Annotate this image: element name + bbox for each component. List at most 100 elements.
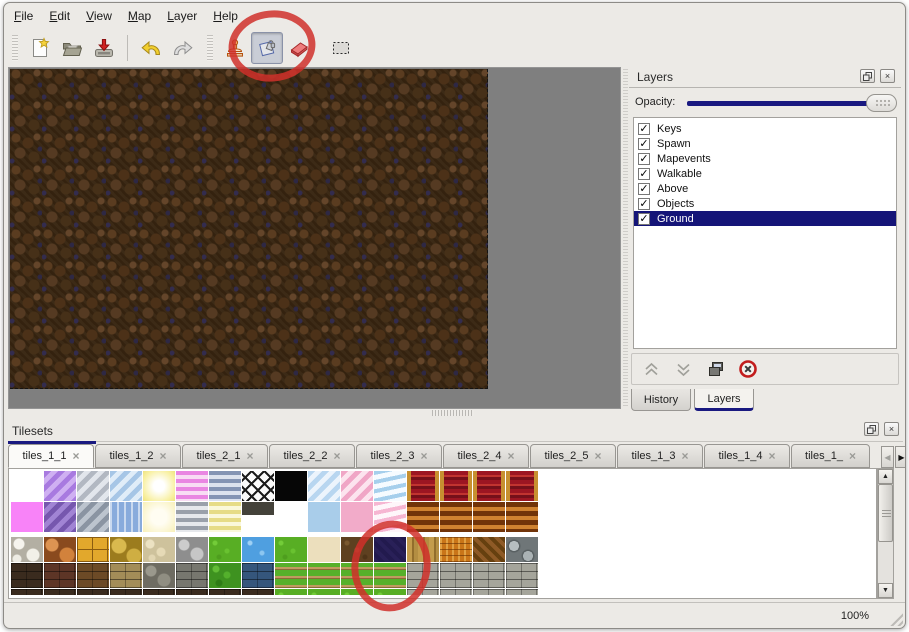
- tileset-tab-tiles_1[interactable]: tiles_1_×: [791, 444, 870, 468]
- tile-swatch[interactable]: [11, 537, 43, 562]
- tile-swatch[interactable]: [374, 563, 406, 588]
- tile-swatch[interactable]: [44, 502, 76, 532]
- tile-swatch[interactable]: [473, 563, 505, 588]
- close-icon[interactable]: ×: [884, 422, 899, 436]
- layer-visibility-checkbox[interactable]: ✓: [638, 168, 650, 180]
- tile-swatch[interactable]: [275, 502, 307, 532]
- redo-button[interactable]: [167, 32, 199, 64]
- tile-swatch[interactable]: [44, 589, 76, 595]
- close-tab-icon[interactable]: ×: [595, 449, 602, 463]
- tile-swatch[interactable]: [77, 537, 109, 562]
- tile-swatch[interactable]: [308, 537, 340, 562]
- tile-swatch[interactable]: [506, 502, 538, 532]
- tileset-tab-tiles_2_2[interactable]: tiles_2_2×: [269, 444, 355, 468]
- tile-swatch[interactable]: [407, 502, 439, 532]
- menu-help[interactable]: Help: [213, 9, 238, 23]
- layer-row-ground[interactable]: ✓Ground: [634, 211, 896, 226]
- tile-swatch[interactable]: [176, 502, 208, 532]
- close-icon[interactable]: ×: [880, 69, 895, 83]
- close-tab-icon[interactable]: ×: [421, 449, 428, 463]
- close-tab-icon[interactable]: ×: [73, 449, 80, 463]
- import-save-button[interactable]: [88, 32, 120, 64]
- tile-swatch[interactable]: [374, 589, 406, 595]
- tile-swatch[interactable]: [308, 589, 340, 595]
- duplicate-layer-button[interactable]: [704, 358, 727, 381]
- close-tab-icon[interactable]: ×: [160, 449, 167, 463]
- tile-swatch[interactable]: [407, 537, 439, 562]
- tile-swatch[interactable]: [308, 502, 340, 532]
- tile-swatch[interactable]: [143, 589, 175, 595]
- tile-swatch[interactable]: [506, 589, 538, 595]
- vertical-splitter-handle[interactable]: [623, 69, 628, 407]
- tile-swatch[interactable]: [110, 537, 142, 562]
- tile-swatch[interactable]: [473, 589, 505, 595]
- close-tab-icon[interactable]: ×: [769, 449, 776, 463]
- tile-swatch[interactable]: [11, 589, 43, 595]
- layer-row-spawn[interactable]: ✓Spawn: [634, 136, 896, 151]
- menu-layer[interactable]: Layer: [167, 9, 197, 23]
- tile-swatch[interactable]: [110, 502, 142, 532]
- tile-swatch[interactable]: [341, 537, 373, 562]
- tileset-tab-tiles_2_3[interactable]: tiles_2_3×: [356, 444, 442, 468]
- palette-scrollbar-thumb[interactable]: [878, 484, 893, 542]
- opacity-slider-handle[interactable]: [866, 94, 897, 112]
- tile-swatch[interactable]: [143, 502, 175, 532]
- tile-swatch[interactable]: [143, 563, 175, 588]
- stamp-tool-button[interactable]: [219, 32, 251, 64]
- menu-file[interactable]: File: [14, 9, 33, 23]
- tileset-tab-tiles_2_1[interactable]: tiles_2_1×: [182, 444, 268, 468]
- close-tab-icon[interactable]: ×: [247, 449, 254, 463]
- layer-row-above[interactable]: ✓Above: [634, 181, 896, 196]
- tile-swatch[interactable]: [308, 471, 340, 501]
- dock-tab-history[interactable]: History: [631, 389, 691, 411]
- eraser-tool-button[interactable]: [283, 32, 315, 64]
- tile-swatch[interactable]: [44, 471, 76, 501]
- tile-swatch[interactable]: [176, 589, 208, 595]
- menu-edit[interactable]: Edit: [49, 9, 70, 23]
- scroll-down-icon[interactable]: ▼: [878, 583, 893, 598]
- new-map-button[interactable]: [24, 32, 56, 64]
- tile-swatch[interactable]: [275, 537, 307, 562]
- tile-swatch[interactable]: [209, 537, 241, 562]
- tile-swatch[interactable]: [440, 589, 472, 595]
- open-map-button[interactable]: [56, 32, 88, 64]
- tileset-tab-tiles_1_2[interactable]: tiles_1_2×: [95, 444, 181, 468]
- map-canvas[interactable]: [10, 69, 488, 389]
- tile-swatch[interactable]: [11, 471, 43, 501]
- tile-swatch-highlighted[interactable]: [374, 537, 406, 562]
- toolbar-drag-handle-2[interactable]: [207, 35, 213, 61]
- tileset-tab-tiles_1_4[interactable]: tiles_1_4×: [704, 444, 790, 468]
- layer-visibility-checkbox[interactable]: ✓: [638, 198, 650, 210]
- layer-visibility-checkbox[interactable]: ✓: [638, 153, 650, 165]
- tile-swatch[interactable]: [473, 502, 505, 532]
- tile-swatch[interactable]: [11, 502, 43, 532]
- resize-grip[interactable]: [886, 609, 903, 626]
- tile-swatch[interactable]: [77, 502, 109, 532]
- tile-swatch[interactable]: [110, 471, 142, 501]
- opacity-slider[interactable]: [685, 91, 897, 115]
- tile-swatch[interactable]: [110, 563, 142, 588]
- tile-swatch[interactable]: [506, 563, 538, 588]
- layer-visibility-checkbox[interactable]: ✓: [638, 123, 650, 135]
- close-tab-icon[interactable]: ×: [682, 449, 689, 463]
- menu-map[interactable]: Map: [128, 9, 151, 23]
- tile-swatch[interactable]: [440, 502, 472, 532]
- tile-swatch[interactable]: [506, 537, 538, 562]
- scroll-tabs-right-icon[interactable]: ▶: [895, 446, 906, 468]
- tile-swatch[interactable]: [176, 563, 208, 588]
- tile-swatch[interactable]: [242, 589, 274, 595]
- tile-swatch[interactable]: [242, 537, 274, 562]
- tile-swatch[interactable]: [242, 502, 274, 532]
- tile-swatch[interactable]: [209, 563, 241, 588]
- tile-swatch[interactable]: [440, 471, 472, 501]
- tile-swatch[interactable]: [374, 502, 406, 532]
- tile-swatch[interactable]: [77, 471, 109, 501]
- tile-swatch[interactable]: [407, 563, 439, 588]
- tile-swatch[interactable]: [341, 563, 373, 588]
- tile-swatch[interactable]: [308, 563, 340, 588]
- tile-swatch[interactable]: [143, 471, 175, 501]
- layer-visibility-checkbox[interactable]: ✓: [638, 183, 650, 195]
- tile-swatch[interactable]: [341, 502, 373, 532]
- palette-scrollbar[interactable]: ▲ ▼: [877, 468, 894, 599]
- float-window-icon[interactable]: [864, 422, 879, 436]
